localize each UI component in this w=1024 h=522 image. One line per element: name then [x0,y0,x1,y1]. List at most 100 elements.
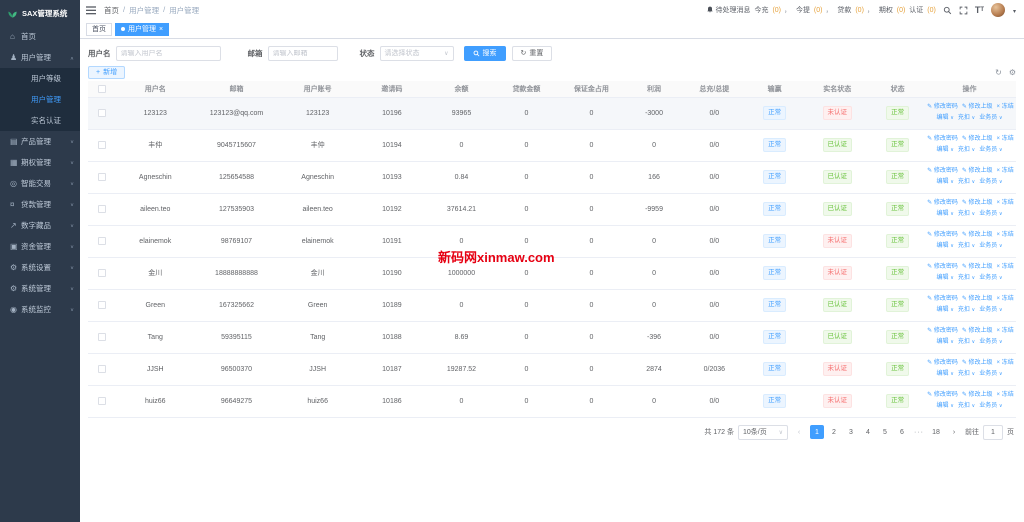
refresh-table-icon[interactable]: ↻ [995,68,1002,77]
action-dropdown-link[interactable]: 充扣 ∨ [958,243,975,249]
action-dropdown-link[interactable]: 充扣 ∨ [958,307,975,313]
row-checkbox[interactable] [98,205,106,213]
tab-0[interactable]: 首页 [86,23,112,36]
sidebar-subitem-1[interactable]: 用户管理 [0,89,80,110]
select-all-checkbox[interactable] [98,85,106,93]
freeze-link[interactable]: × 冻结 [997,168,1014,174]
action-link[interactable]: ✎ 修改密码 [927,264,958,270]
sidebar-item-5[interactable]: ¤贷款管理∨ [0,194,80,215]
freeze-link[interactable]: × 冻结 [997,232,1014,238]
freeze-link[interactable]: × 冻结 [997,392,1014,398]
page-button-6[interactable]: 6 [895,425,909,439]
action-link[interactable]: ✎ 修改密码 [927,200,958,206]
column-settings-icon[interactable]: ⚙ [1009,68,1016,77]
action-link[interactable]: ✎ 修改密码 [927,232,958,238]
freeze-link[interactable]: × 冻结 [997,200,1014,206]
fullscreen-icon[interactable] [959,6,968,15]
user-menu-caret-icon[interactable]: ▾ [1013,8,1016,17]
reset-button[interactable]: ↻ 重置 [512,46,553,61]
freeze-link[interactable]: × 冻结 [997,296,1014,302]
status-select[interactable]: 请选择状态 ∨ [380,46,454,61]
tab-1[interactable]: 用户管理× [115,23,169,36]
breadcrumb-item[interactable]: 首页 [104,5,119,16]
sidebar-item-4[interactable]: ◎智能交易∨ [0,173,80,194]
page-button-18[interactable]: 18 [929,425,943,439]
action-dropdown-link[interactable]: 充扣 ∨ [958,179,975,185]
more-pages-icon[interactable]: ··· [912,425,926,439]
row-checkbox[interactable] [98,397,106,405]
action-link[interactable]: ✎ 修改密码 [927,136,958,142]
sidebar-subitem-0[interactable]: 用户等级 [0,68,80,89]
action-dropdown-link[interactable]: 编辑 ∨ [937,275,954,281]
action-dropdown-link[interactable]: 业务员 ∨ [979,339,1002,345]
action-dropdown-link[interactable]: 编辑 ∨ [937,211,954,217]
sidebar-item-8[interactable]: ⚙系统设置∨ [0,257,80,278]
sidebar-item-0[interactable]: ⌂首页 [0,26,80,47]
row-checkbox[interactable] [98,237,106,245]
action-dropdown-link[interactable]: 业务员 ∨ [979,115,1002,121]
action-dropdown-link[interactable]: 编辑 ∨ [937,403,954,409]
action-dropdown-link[interactable]: 编辑 ∨ [937,339,954,345]
action-dropdown-link[interactable]: 业务员 ∨ [979,211,1002,217]
action-link[interactable]: ✎ 修改上级 [962,328,993,334]
action-link[interactable]: ✎ 修改上级 [962,232,993,238]
action-dropdown-link[interactable]: 编辑 ∨ [937,371,954,377]
action-dropdown-link[interactable]: 编辑 ∨ [937,179,954,185]
action-dropdown-link[interactable]: 充扣 ∨ [958,371,975,377]
action-link[interactable]: ✎ 修改上级 [962,104,993,110]
page-size-select[interactable]: 10条/页 ∨ [738,425,788,440]
page-button-4[interactable]: 4 [861,425,875,439]
action-link[interactable]: ✎ 修改上级 [962,392,993,398]
sidebar-item-6[interactable]: ↗数字藏品∨ [0,215,80,236]
action-dropdown-link[interactable]: 充扣 ∨ [958,147,975,153]
breadcrumb-item[interactable]: 用户管理 [169,5,199,16]
action-dropdown-link[interactable]: 编辑 ∨ [937,147,954,153]
freeze-link[interactable]: × 冻结 [997,360,1014,366]
action-link[interactable]: ✎ 修改密码 [927,296,958,302]
action-dropdown-link[interactable]: 充扣 ∨ [958,275,975,281]
action-dropdown-link[interactable]: 编辑 ∨ [937,115,954,121]
action-dropdown-link[interactable]: 业务员 ∨ [979,403,1002,409]
row-checkbox[interactable] [98,269,106,277]
action-dropdown-link[interactable]: 编辑 ∨ [937,243,954,249]
prev-page-button[interactable]: ‹ [792,425,806,439]
action-dropdown-link[interactable]: 业务员 ∨ [979,179,1002,185]
sidebar-item-2[interactable]: ▤产品管理∨ [0,131,80,152]
action-link[interactable]: ✎ 修改上级 [962,360,993,366]
action-dropdown-link[interactable]: 业务员 ∨ [979,307,1002,313]
action-dropdown-link[interactable]: 充扣 ∨ [958,403,975,409]
action-link[interactable]: ✎ 修改上级 [962,264,993,270]
action-dropdown-link[interactable]: 业务员 ∨ [979,243,1002,249]
collapse-sidebar-icon[interactable] [86,6,96,15]
row-checkbox[interactable] [98,109,106,117]
action-link[interactable]: ✎ 修改密码 [927,360,958,366]
action-link[interactable]: ✎ 修改上级 [962,296,993,302]
breadcrumb-item[interactable]: 用户管理 [129,5,159,16]
action-link[interactable]: ✎ 修改上级 [962,200,993,206]
action-dropdown-link[interactable]: 充扣 ∨ [958,211,975,217]
search-button[interactable]: 搜索 [464,46,506,61]
page-button-5[interactable]: 5 [878,425,892,439]
page-button-2[interactable]: 2 [827,425,841,439]
row-checkbox[interactable] [98,365,106,373]
next-page-button[interactable]: › [947,425,961,439]
email-input[interactable] [273,50,333,57]
username-input[interactable] [121,50,216,57]
action-dropdown-link[interactable]: 充扣 ∨ [958,115,975,121]
freeze-link[interactable]: × 冻结 [997,136,1014,142]
action-link[interactable]: ✎ 修改密码 [927,168,958,174]
row-checkbox[interactable] [98,173,106,181]
action-link[interactable]: ✎ 修改密码 [927,104,958,110]
row-checkbox[interactable] [98,333,106,341]
sidebar-item-10[interactable]: ◉系统监控∨ [0,299,80,320]
action-dropdown-link[interactable]: 编辑 ∨ [937,307,954,313]
freeze-link[interactable]: × 冻结 [997,328,1014,334]
action-link[interactable]: ✎ 修改密码 [927,328,958,334]
page-button-3[interactable]: 3 [844,425,858,439]
sidebar-item-3[interactable]: ▦期权管理∨ [0,152,80,173]
close-icon[interactable]: × [159,26,163,33]
action-link[interactable]: ✎ 修改上级 [962,168,993,174]
font-size-icon[interactable]: TT [975,6,984,15]
sidebar-item-7[interactable]: ▣资金管理∨ [0,236,80,257]
action-dropdown-link[interactable]: 业务员 ∨ [979,275,1002,281]
